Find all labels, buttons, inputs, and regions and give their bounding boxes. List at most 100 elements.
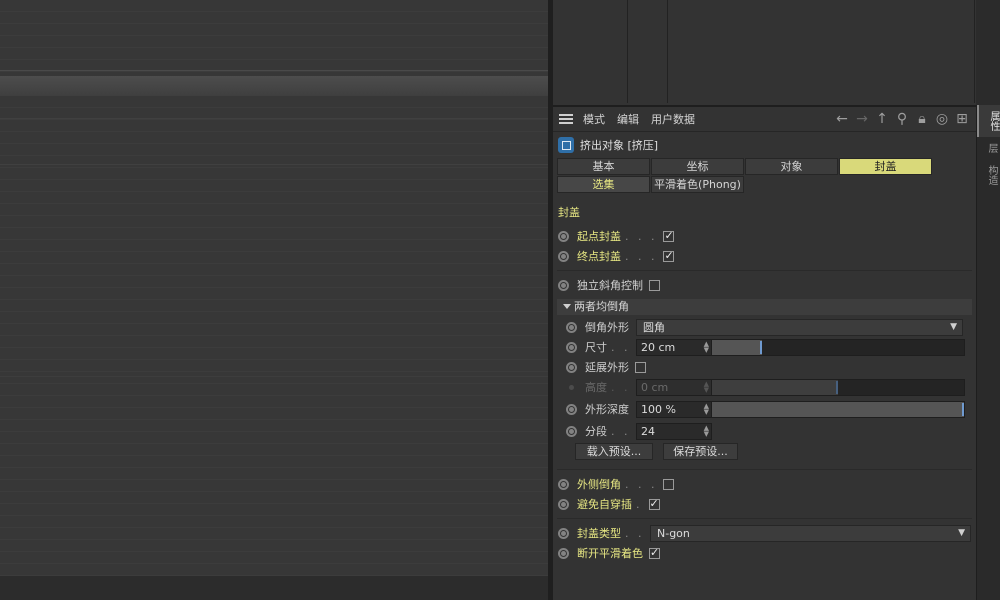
lock-icon[interactable]: 🔒︎ [914, 111, 930, 127]
label-dots: . . . [625, 477, 658, 491]
animate-radio-icon[interactable] [558, 527, 569, 539]
spinner-icon[interactable]: ▲ ▼ [704, 340, 709, 353]
attribute-toolbar: ← → ↑ ⚲ 🔒︎ ◎ ⊞ [834, 111, 970, 127]
divider [557, 270, 972, 271]
slider-fill [712, 379, 838, 395]
target-icon[interactable]: ◎ [934, 111, 950, 127]
start-cap-checkbox[interactable] [663, 229, 675, 242]
side-tab-bar: 属性 层 构造 [976, 105, 1000, 600]
size-slider[interactable] [711, 338, 965, 356]
height-label: 高度 [585, 381, 607, 394]
group-header-both-bevel[interactable]: 两者均倒角 [557, 299, 972, 315]
animate-radio-icon[interactable] [566, 341, 577, 353]
tab-phong[interactable]: 平滑着色(Phong) [651, 176, 744, 193]
size-input[interactable]: 20 cm ▲ ▼ [636, 338, 712, 356]
menu-edit[interactable]: 编辑 [617, 111, 639, 127]
save-preset-button[interactable]: 保存预设... [663, 443, 738, 460]
segments-input[interactable]: 24 ▲ ▼ [636, 422, 712, 440]
group-title: 两者均倒角 [574, 300, 629, 313]
animate-radio-icon[interactable] [566, 361, 577, 373]
tab-selections[interactable]: 选集 [557, 176, 650, 193]
break-phong-checkbox[interactable] [649, 546, 660, 559]
param-extend-shape: 延展外形 [553, 357, 976, 377]
animate-radio-icon[interactable] [558, 498, 569, 510]
start-cap-label: 起点封盖 [577, 230, 621, 243]
load-preset-button[interactable]: 载入预设... [575, 443, 653, 460]
param-start-cap: 起点封盖 . . . [553, 226, 976, 246]
animate-radio-icon[interactable] [566, 403, 577, 415]
slider-handle[interactable] [760, 340, 763, 354]
height-value: 0 cm [641, 380, 669, 394]
param-height: 高度 . . . 0 cm ▲ ▼ [553, 377, 976, 397]
search-icon[interactable]: ⚲ [894, 111, 910, 127]
preset-buttons: 载入预设... 保存预设... [553, 441, 976, 463]
avoid-self-intersection-label: 避免自穿插 [577, 498, 632, 511]
end-cap-checkbox[interactable] [663, 249, 675, 262]
param-size: 尺寸 . . . 20 cm ▲ ▼ [553, 337, 976, 357]
slider-handle[interactable] [962, 402, 964, 416]
viewport-object-plane [0, 76, 548, 96]
label-dots: . . [625, 526, 645, 540]
param-cap-type: 封盖类型 . . N-gon ▼ [553, 523, 976, 543]
hamburger-menu-icon[interactable] [559, 114, 573, 124]
animate-radio-icon[interactable] [558, 547, 569, 559]
size-value: 20 cm [641, 340, 676, 354]
shape-depth-input[interactable]: 100 % ▲ ▼ [636, 400, 712, 418]
extend-shape-checkbox[interactable] [635, 361, 646, 373]
param-bevel-shape: 倒角外形 圆角 ▼ [553, 317, 976, 337]
break-phong-label: 断开平滑着色 [577, 547, 643, 560]
menu-mode[interactable]: 模式 [583, 111, 605, 127]
tab-caps[interactable]: 封盖 [839, 158, 932, 175]
animate-radio-icon[interactable] [558, 250, 569, 262]
object-manager[interactable] [553, 0, 976, 107]
separate-bevel-label: 独立斜角控制 [577, 279, 643, 292]
horizon-line [0, 70, 548, 71]
param-end-cap: 终点封盖 . . . [553, 246, 976, 266]
tab-basic[interactable]: 基本 [557, 158, 650, 175]
side-tab-attributes[interactable]: 属性 [977, 105, 1000, 137]
size-label: 尺寸 [585, 341, 607, 354]
viewport-bottom-band [0, 576, 548, 600]
animate-radio-icon[interactable] [558, 230, 569, 242]
tab-row-2: 选集 平滑着色(Phong) [553, 176, 976, 194]
animate-radio-icon[interactable] [566, 425, 577, 437]
label-dots: . . . [625, 229, 658, 243]
height-slider [711, 378, 965, 396]
grid-line [0, 376, 548, 377]
tab-row-1: 基本 坐标 对象 封盖 [553, 158, 976, 176]
avoid-self-intersection-checkbox[interactable] [648, 497, 660, 510]
side-tab-layers[interactable]: 层 [977, 137, 999, 159]
chevron-down-icon: ▼ [950, 321, 957, 332]
arrow-left-icon[interactable]: ← [834, 111, 850, 127]
bevel-shape-dropdown[interactable]: 圆角 ▼ [636, 318, 963, 336]
separate-bevel-checkbox[interactable] [649, 279, 660, 291]
tab-object[interactable]: 对象 [745, 158, 838, 175]
animate-radio-icon[interactable] [558, 279, 569, 291]
extend-shape-label: 延展外形 [585, 361, 629, 374]
outer-bevel-checkbox[interactable] [663, 478, 675, 490]
arrow-right-icon[interactable]: → [854, 111, 870, 127]
menu-user-data[interactable]: 用户数据 [651, 111, 695, 127]
tab-coordinates[interactable]: 坐标 [651, 158, 744, 175]
arrow-up-icon[interactable]: ↑ [874, 111, 890, 127]
slider-handle [836, 380, 838, 394]
param-break-phong: 断开平滑着色 [553, 543, 976, 563]
spinner-icon[interactable]: ▲ ▼ [704, 402, 709, 415]
slider-fill [712, 401, 964, 417]
shape-depth-slider[interactable] [711, 400, 965, 418]
3d-viewport[interactable] [0, 0, 548, 600]
spinner-icon: ▲ ▼ [703, 379, 709, 394]
shape-depth-value: 100 % [641, 402, 676, 416]
add-panel-icon[interactable]: ⊞ [954, 111, 970, 127]
bevel-shape-label: 倒角外形 [585, 321, 629, 334]
animate-radio-icon[interactable] [558, 478, 569, 490]
cap-type-value: N-gon [657, 526, 690, 540]
grid-line [0, 118, 548, 119]
spinner-icon[interactable]: ▲ ▼ [704, 424, 709, 437]
param-segments: 分段 . . . 24 ▲ ▼ [553, 421, 976, 441]
attribute-menubar: 模式 编辑 用户数据 ← → ↑ ⚲ 🔒︎ ◎ ⊞ [553, 107, 976, 132]
cap-type-dropdown[interactable]: N-gon ▼ [650, 524, 971, 542]
side-tab-structure[interactable]: 构造 [977, 159, 999, 191]
column-divider [627, 0, 628, 103]
animate-radio-icon[interactable] [566, 321, 577, 333]
